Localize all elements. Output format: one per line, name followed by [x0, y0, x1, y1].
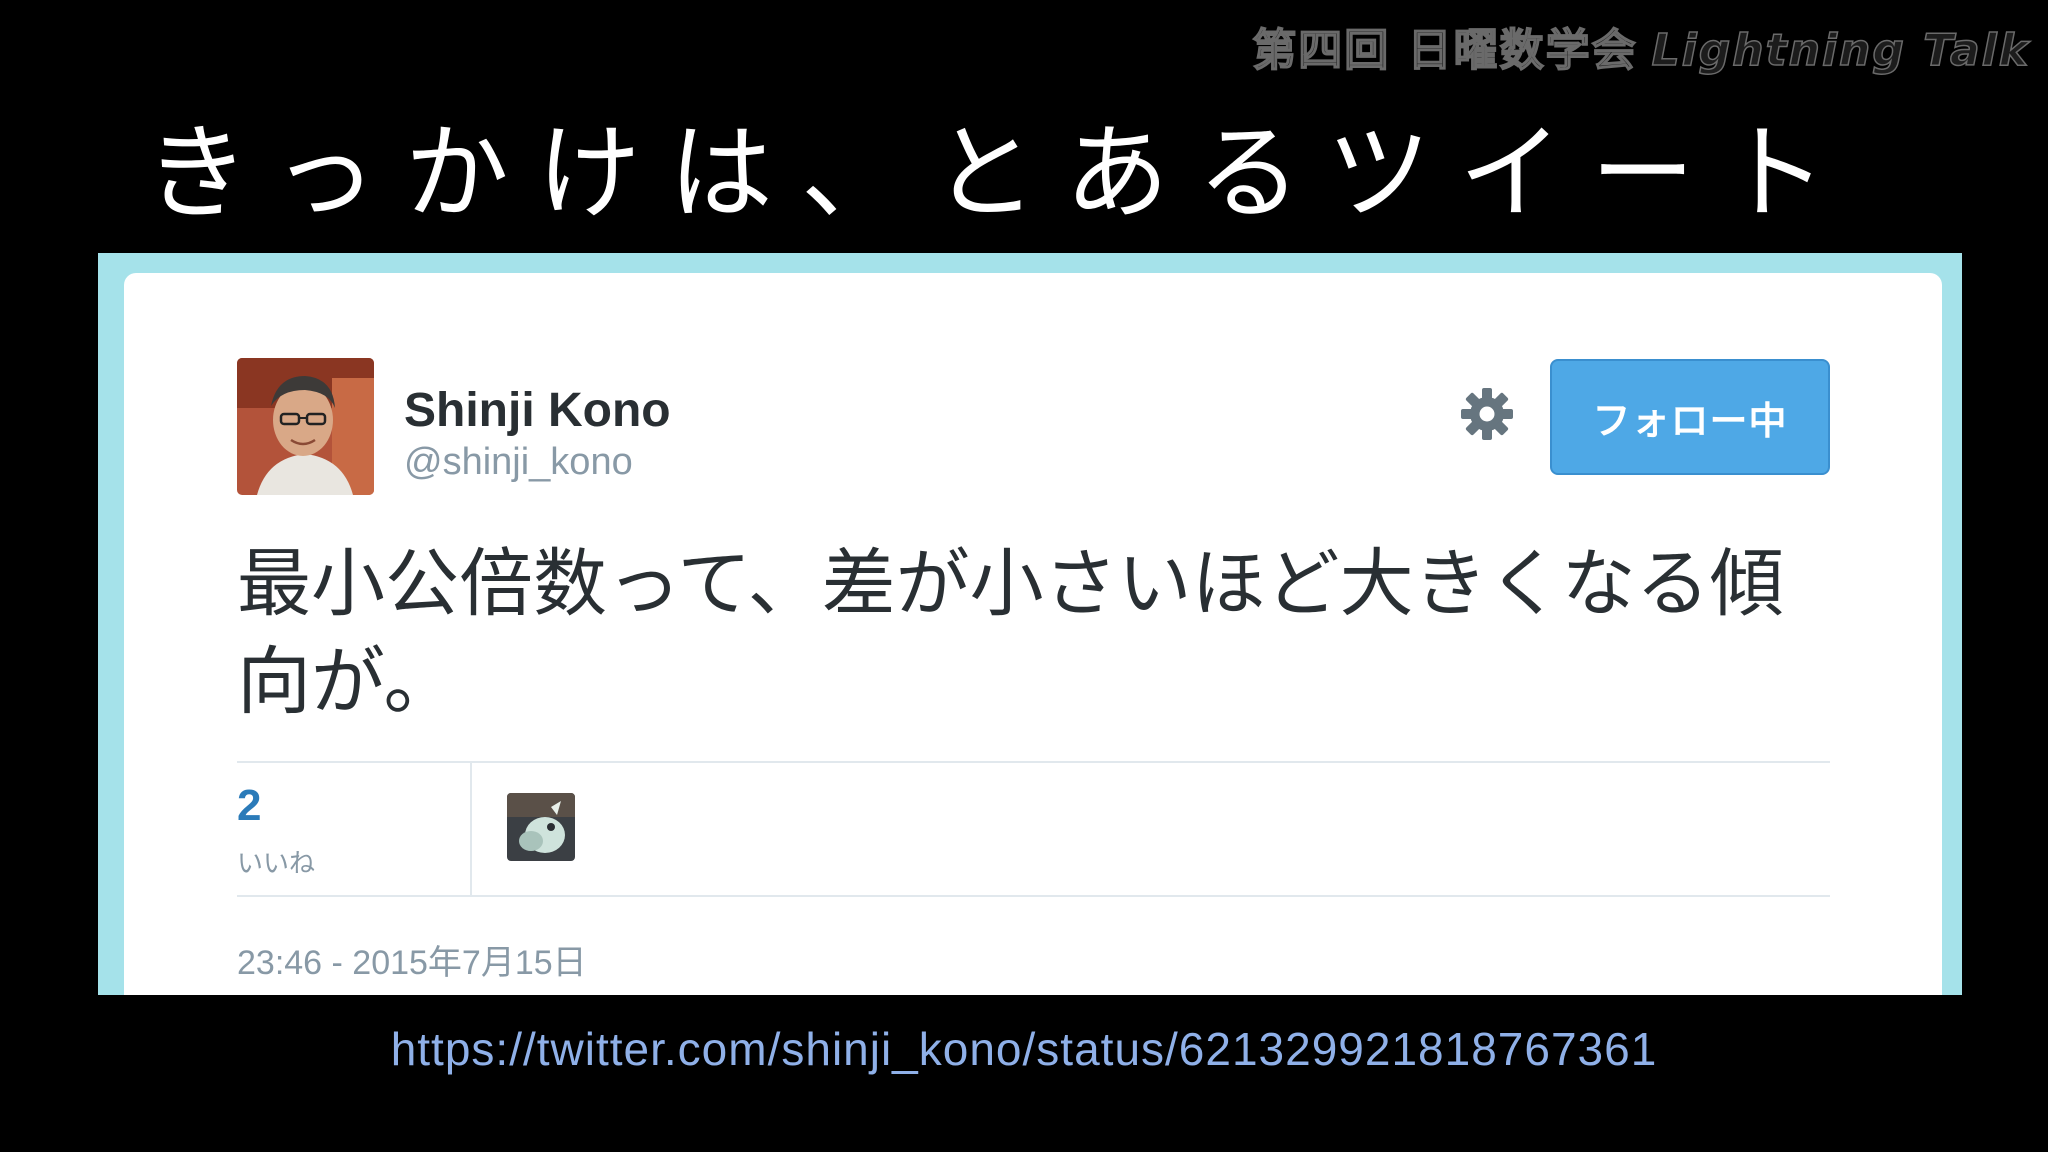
author-handle[interactable]: @shinji_kono — [404, 441, 633, 484]
likes-count[interactable]: 2 — [237, 781, 261, 831]
tweet-text: 最小公倍数って、差が小さいほど大きくなる傾向が。 — [237, 541, 1784, 725]
slide-title: きっかけは、とあるツイート — [145, 112, 1855, 234]
tweet-screenshot-frame: Shinji Kono @shinji_kono フォロー中 最小公倍数って、差… — [98, 253, 1962, 995]
gear-icon[interactable] — [1459, 386, 1515, 442]
liker-avatar[interactable] — [507, 793, 575, 861]
tweet-card: Shinji Kono @shinji_kono フォロー中 最小公倍数って、差… — [124, 273, 1942, 995]
following-button[interactable]: フォロー中 — [1550, 359, 1830, 475]
slide: 第四回 日曜数学会 Lightning Talk きっかけは、とあるツイート S… — [0, 0, 2048, 1152]
stats-divider — [470, 761, 472, 895]
divider-bottom — [237, 895, 1830, 897]
divider-top — [237, 761, 1830, 763]
source-url-link[interactable]: https://twitter.com/shinji_kono/status/6… — [0, 1022, 2048, 1076]
author-avatar[interactable] — [237, 358, 374, 495]
author-display-name[interactable]: Shinji Kono — [404, 383, 671, 438]
event-name: 第四回 日曜数学会 — [1252, 24, 1638, 77]
event-header: 第四回 日曜数学会 Lightning Talk — [1252, 14, 2030, 78]
talk-type: Lightning Talk — [1651, 24, 2030, 77]
tweet-timestamp[interactable]: 23:46 - 2015年7月15日 — [237, 935, 587, 984]
likes-label[interactable]: いいね — [237, 843, 315, 880]
